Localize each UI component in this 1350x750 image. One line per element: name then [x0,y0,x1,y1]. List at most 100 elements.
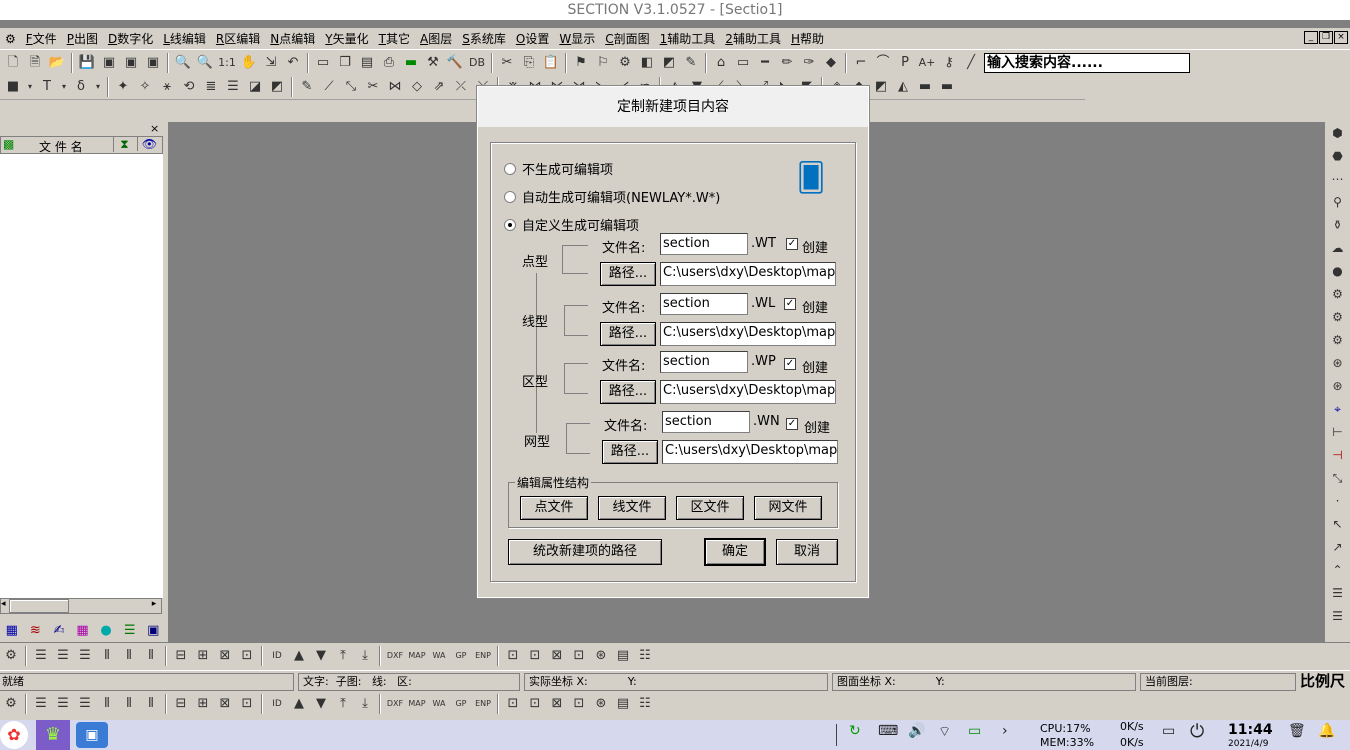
menu-print[interactable]: P出图 [62,30,103,47]
file-list[interactable] [0,154,163,598]
bt2-frame-a-icon[interactable]: ⊟ [171,694,191,714]
point-filename-input[interactable]: section [660,233,748,255]
tool-b-icon[interactable]: ⚐ [593,53,613,73]
point-edit-icon[interactable]: ✦ [113,77,133,97]
menu-vectorize[interactable]: Y矢量化 [320,30,373,47]
screen-icon[interactable]: ▤ [357,53,377,73]
net-file-button[interactable]: 网文件 [754,496,822,520]
menu-system-lib[interactable]: S系统库 [457,30,511,47]
bt-align-right-icon[interactable]: ☰ [75,646,95,666]
rs-tool-15-icon[interactable]: ⊣ [1325,444,1350,467]
bt2-sq-g-icon[interactable]: ☷ [635,694,655,714]
bt2-enp-label[interactable]: ENP [473,694,493,714]
rs-tool-20-icon[interactable]: ⌃ [1325,559,1350,582]
tool-c-icon[interactable]: ⚙ [615,53,635,73]
app-menu-icon[interactable]: ⚙ [0,32,21,46]
bt2-align-center-icon[interactable]: ☰ [53,694,73,714]
point-copy-icon[interactable]: ⚹ [157,77,177,97]
radio-custom-circle[interactable] [504,218,516,231]
area-file-button[interactable]: 区文件 [676,496,744,520]
expand-tray-icon[interactable]: › [1002,723,1008,739]
net-create-checkbox[interactable]: ✓ [786,418,798,430]
tool-f-icon[interactable]: ✎ [681,53,701,73]
open-folder-icon[interactable]: 📂 [47,53,67,73]
scroll-left-icon[interactable]: ◂ [1,599,9,609]
point-attr-icon[interactable]: ≣ [201,77,221,97]
search-input[interactable]: 输入搜索内容...... [984,52,1190,73]
bt2-id-label[interactable]: ID [267,694,287,714]
rect-tool-icon[interactable]: ■ [3,77,23,97]
rs-tool-5-icon[interactable]: ⚱ [1325,214,1350,237]
bt-sq-d-icon[interactable]: ⊡ [569,646,589,666]
area-path-input[interactable]: C:\users\dxy\Desktop\map [660,380,836,404]
bt-sq-f-icon[interactable]: ▤ [613,646,633,666]
line-copy-icon[interactable]: ⤡ [341,77,361,97]
bt2-sq-d-icon[interactable]: ⊡ [569,694,589,714]
dropdown-arrow-icon[interactable]: ▾ [59,77,69,97]
rs-tool-8-icon[interactable]: ⚙ [1325,283,1350,306]
bt2-bottom-icon[interactable]: ⤓ [355,694,375,714]
rs-tool-11-icon[interactable]: ⊛ [1325,352,1350,375]
bt2-sq-c-icon[interactable]: ⊠ [547,694,567,714]
restore-icon[interactable]: ❐ [1319,31,1333,44]
rs-tool-10-icon[interactable]: ⚙ [1325,329,1350,352]
tool-i-icon[interactable]: ━ [755,53,775,73]
bt2-bars-c-icon[interactable]: ⦀ [141,694,161,714]
tool-d-icon[interactable]: ◧ [637,53,657,73]
rs-tool-9-icon[interactable]: ⚙ [1325,306,1350,329]
tool-g-icon[interactable]: ⌂ [711,53,731,73]
move-icon[interactable]: ⇲ [261,53,281,73]
line-join-icon[interactable]: ⋈ [385,77,405,97]
bt-down-icon[interactable]: ▼ [311,646,331,666]
zoom-in-icon[interactable]: 🔍 [173,53,193,73]
menu-help[interactable]: H帮助 [786,30,829,47]
scroll-right-icon[interactable]: ▸ [147,599,161,609]
trash-icon[interactable]: 🗑 [1288,723,1306,739]
bt-bars-b-icon[interactable]: ⦀ [119,646,139,666]
point-path-input[interactable]: C:\users\dxy\Desktop\map [660,262,836,286]
edit-icon[interactable]: ✍ [47,623,71,638]
bt-top-icon[interactable]: ⤒ [333,646,353,666]
bt2-top-icon[interactable]: ⤒ [333,694,353,714]
print-icon[interactable]: ⎙ [379,53,399,73]
menu-digitize[interactable]: D数字化 [103,30,158,47]
bt-bars-a-icon[interactable]: ⦀ [97,646,117,666]
tool-e-icon[interactable]: ◩ [659,53,679,73]
save-point-icon[interactable]: ▣ [99,53,119,73]
rs-tool-18-icon[interactable]: ↖ [1325,513,1350,536]
save-line-icon[interactable]: ▣ [121,53,141,73]
point-rotate-icon[interactable]: ⟲ [179,77,199,97]
bt-sq-e-icon[interactable]: ⊛ [591,646,611,666]
bt2-sq-b-icon[interactable]: ⊡ [525,694,545,714]
tool-a-icon[interactable]: ⚑ [571,53,591,73]
input-method-icon[interactable]: ▭ [1162,723,1175,739]
monitor-icon[interactable]: ▣ [141,623,165,638]
tool-k-icon[interactable]: ✑ [799,53,819,73]
zoom-out-icon[interactable]: 🔍 [195,53,215,73]
line-move-icon[interactable]: ⟋ [319,77,339,97]
rs-tool-14-icon[interactable]: ⊢ [1325,421,1350,444]
bt-enp-label[interactable]: ENP [473,646,493,666]
undo-icon[interactable]: ↶ [283,53,303,73]
bt2-bars-a-icon[interactable]: ⦀ [97,694,117,714]
ok-button[interactable]: 确定 [704,538,766,566]
copy-icon[interactable]: ⎘ [519,53,539,73]
tool-m-icon[interactable]: ⌐ [851,53,871,73]
bt-sq-g-icon[interactable]: ☷ [635,646,655,666]
grid-icon[interactable]: ▦ [71,623,95,638]
dropdown-arrow-icon[interactable]: ▾ [93,77,103,97]
rs-tool-16-icon[interactable]: ⤡ [1325,467,1350,490]
bt-map-label[interactable]: MAP [407,646,427,666]
menu-other[interactable]: T其它 [374,30,415,47]
line-arrow-icon[interactable]: ⇗ [429,77,449,97]
bt2-settings-icon[interactable]: ⚙ [1,694,21,714]
bt-align-left-icon[interactable]: ☰ [31,646,51,666]
radio-none-circle[interactable] [504,162,516,175]
app-store-icon[interactable]: ▣ [76,722,108,748]
menu-point-edit[interactable]: N点编辑 [265,30,320,47]
dropdown-arrow-icon[interactable]: ▾ [25,77,35,97]
rs-tool-22-icon[interactable]: ☰ [1325,605,1350,628]
bt-sq-a-icon[interactable]: ⊡ [503,646,523,666]
tool-a-plus-icon[interactable]: A+ [917,53,937,73]
line-cut-icon[interactable]: ✂ [363,77,383,97]
